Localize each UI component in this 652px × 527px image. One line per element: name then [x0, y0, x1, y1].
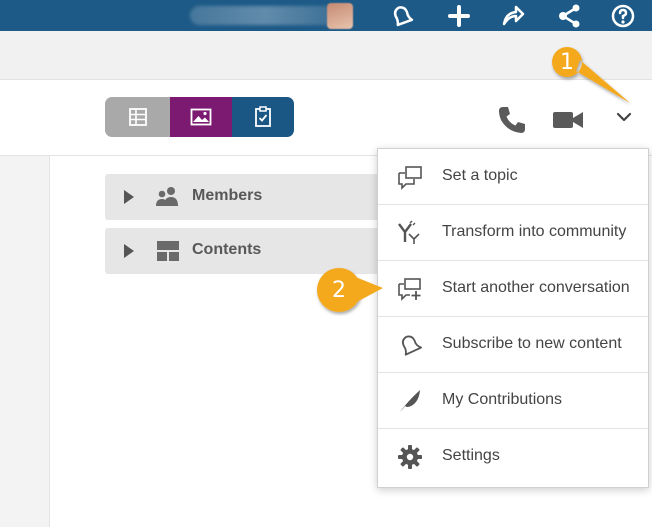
image-icon [190, 108, 212, 126]
gear-icon [398, 445, 422, 469]
menu-item-label: Transform into community [442, 223, 627, 240]
grid-view-tab[interactable] [105, 97, 170, 137]
contents-label: Contents [192, 241, 262, 258]
menu-item-settings[interactable]: Settings [378, 429, 648, 485]
callout-number: 2 [332, 277, 346, 303]
image-view-tab[interactable] [170, 97, 232, 137]
new-conversation-icon [398, 278, 421, 301]
menu-item-label: Settings [442, 447, 500, 464]
members-icon [156, 187, 178, 206]
expand-caret-icon [124, 190, 134, 204]
step-callout-2: 2 [305, 264, 385, 316]
share-icon[interactable] [500, 3, 526, 29]
callout-number: 1 [560, 49, 574, 75]
menu-item-label: Subscribe to new content [442, 335, 622, 352]
expand-caret-icon [124, 244, 134, 258]
chevron-down-icon[interactable] [612, 108, 636, 126]
transform-icon [398, 220, 420, 244]
help-icon[interactable] [610, 3, 636, 29]
network-icon[interactable] [556, 3, 582, 29]
grid-icon [128, 108, 147, 126]
menu-item-set-topic[interactable]: Set a topic [378, 149, 648, 205]
menu-item-label: Start another conversation [442, 279, 630, 296]
menu-item-label: Set a topic [442, 167, 518, 184]
clipboard-check-icon [255, 106, 271, 127]
menu-item-subscribe[interactable]: Subscribe to new content [378, 317, 648, 373]
top-bar [0, 0, 652, 31]
conversation-options-menu: Set a topic Transform into community Sta… [377, 148, 649, 488]
menu-item-my-contributions[interactable]: My Contributions [378, 373, 648, 429]
tasks-view-tab[interactable] [232, 97, 294, 137]
bell-icon [401, 335, 423, 356]
phone-icon[interactable] [496, 104, 528, 136]
left-sidebar [0, 156, 50, 527]
user-name-blurred[interactable] [190, 6, 340, 25]
speech-bubble-icon [398, 166, 422, 190]
menu-item-label: My Contributions [442, 391, 563, 408]
bell-icon[interactable] [389, 3, 415, 29]
menu-item-transform-community[interactable]: Transform into community [378, 205, 648, 261]
contents-icon [157, 241, 179, 261]
members-label: Members [192, 187, 263, 204]
plus-icon[interactable] [446, 3, 472, 29]
members-panel[interactable]: Members [105, 174, 382, 220]
video-camera-icon[interactable] [551, 108, 585, 132]
feather-icon [400, 390, 420, 412]
step-callout-1: 1 [550, 44, 634, 106]
menu-item-start-conversation[interactable]: Start another conversation [378, 261, 648, 317]
user-avatar[interactable] [327, 3, 353, 29]
